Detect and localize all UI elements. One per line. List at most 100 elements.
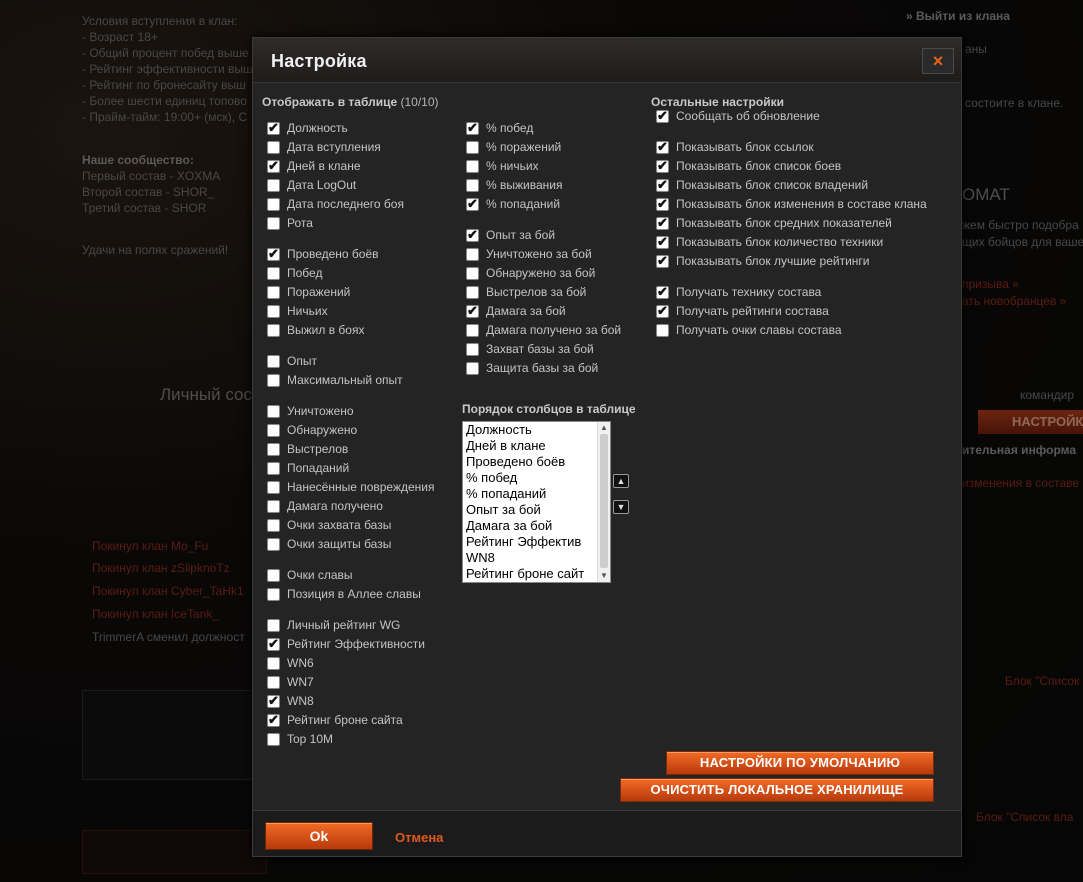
- checkbox[interactable]: ✔: [466, 120, 479, 135]
- checkbox-label: Опыт: [287, 354, 317, 368]
- checkbox[interactable]: ✔: [466, 179, 479, 192]
- checkbox[interactable]: ✔: [466, 286, 479, 299]
- checkbox[interactable]: ✔: [267, 424, 280, 437]
- column-order-listbox[interactable]: Должность Дней в клане Проведено боёв% поб…: [462, 421, 611, 583]
- checkbox[interactable]: ✔: [466, 141, 479, 154]
- checkbox[interactable]: ✔: [267, 619, 280, 632]
- checkbox[interactable]: ✔: [267, 198, 280, 211]
- ok-button[interactable]: Ok: [265, 822, 373, 850]
- checkbox[interactable]: ✔: [267, 569, 280, 582]
- clear-local-storage-button[interactable]: ОЧИСТИТЬ ЛОКАЛЬНОЕ ХРАНИЛИЩЕ: [620, 778, 934, 802]
- checkbox[interactable]: ✔: [267, 481, 280, 494]
- checkbox[interactable]: ✔: [466, 160, 479, 173]
- checkbox[interactable]: ✔: [267, 733, 280, 746]
- reset-defaults-button[interactable]: НАСТРОЙКИ ПО УМОЛЧАНИЮ: [666, 751, 934, 775]
- column-order-item[interactable]: % попаданий: [463, 486, 597, 502]
- checkbox-label: Получать рейтинги состава: [676, 304, 829, 318]
- checkmark-icon: ✔: [467, 196, 478, 211]
- checkbox[interactable]: ✔: [267, 217, 280, 230]
- checkbox[interactable]: ✔: [267, 286, 280, 299]
- checkbox[interactable]: ✔: [267, 538, 280, 551]
- checkbox[interactable]: ✔: [267, 676, 280, 689]
- checkmark-icon: ✔: [657, 177, 668, 192]
- checkbox[interactable]: ✔: [267, 355, 280, 368]
- checkbox[interactable]: ✔: [267, 588, 280, 601]
- scrollbar-thumb[interactable]: [600, 434, 608, 568]
- column-order-item[interactable]: % побед: [463, 470, 597, 486]
- checkbox[interactable]: ✔: [267, 246, 280, 261]
- checkbox[interactable]: ✔: [267, 462, 280, 475]
- checkbox[interactable]: ✔: [267, 636, 280, 651]
- checkbox[interactable]: ✔: [466, 248, 479, 261]
- checkbox-label: WN7: [287, 675, 314, 689]
- checkbox[interactable]: ✔: [267, 519, 280, 532]
- listbox-scrollbar[interactable]: ▲ ▼: [597, 422, 610, 582]
- checkbox[interactable]: ✔: [267, 405, 280, 418]
- column-order-item[interactable]: Опыт за бой: [463, 502, 597, 518]
- checkbox-label: Проведено боёв: [287, 247, 379, 261]
- cancel-link[interactable]: Отмена: [395, 830, 443, 845]
- checkbox-label: Показывать блок средних показателей: [676, 216, 892, 230]
- checkbox-label: Дата последнего боя: [287, 197, 404, 211]
- checkbox[interactable]: ✔: [267, 712, 280, 727]
- checkbox[interactable]: ✔: [267, 179, 280, 192]
- checkbox[interactable]: ✔: [466, 196, 479, 211]
- checkbox-label: Показывать блок изменения в составе клан…: [676, 197, 927, 211]
- checkbox[interactable]: ✔: [656, 324, 669, 337]
- checkbox[interactable]: ✔: [656, 253, 669, 268]
- checkbox-label: Очки защиты базы: [287, 537, 392, 551]
- checkbox[interactable]: ✔: [267, 500, 280, 513]
- checkbox[interactable]: ✔: [267, 158, 280, 173]
- checkbox[interactable]: ✔: [466, 343, 479, 356]
- move-up-button[interactable]: ▲: [613, 474, 629, 488]
- checkbox-label: Очки захвата базы: [287, 518, 392, 532]
- checkbox-label: % ничьих: [486, 159, 539, 173]
- checkbox[interactable]: ✔: [656, 215, 669, 230]
- checkbox-label: Обнаружено: [287, 423, 358, 437]
- checkbox-label: WN6: [287, 656, 314, 670]
- checkbox[interactable]: ✔: [267, 267, 280, 280]
- checkbox[interactable]: ✔: [267, 443, 280, 456]
- checkbox[interactable]: ✔: [656, 177, 669, 192]
- checkbox[interactable]: ✔: [267, 120, 280, 135]
- checkbox[interactable]: ✔: [466, 362, 479, 375]
- checkbox[interactable]: ✔: [267, 141, 280, 154]
- checkbox[interactable]: ✔: [466, 227, 479, 242]
- column-order-item[interactable]: Рейтинг Эффектив: [463, 534, 597, 550]
- checkbox-label: Личный рейтинг WG: [287, 618, 401, 632]
- checkbox[interactable]: ✔: [656, 234, 669, 249]
- column-order-item[interactable]: Проведено боёв: [463, 454, 597, 470]
- column-order-item[interactable]: Должность: [463, 422, 597, 438]
- checkbox[interactable]: ✔: [267, 693, 280, 708]
- checkbox[interactable]: ✔: [267, 374, 280, 387]
- checkbox-label: Попаданий: [287, 461, 350, 475]
- column-order-item[interactable]: Дней в клане: [463, 438, 597, 454]
- checkbox[interactable]: ✔: [267, 657, 280, 670]
- checkmark-icon: ✔: [268, 246, 279, 261]
- close-button[interactable]: ×: [922, 48, 954, 74]
- column-order-item[interactable]: Рейтинг броне сайт: [463, 566, 597, 582]
- checkbox-label: Дамага получено: [287, 499, 383, 513]
- checkmark-icon: ✔: [657, 234, 668, 249]
- checkbox[interactable]: ✔: [267, 324, 280, 337]
- checkbox[interactable]: ✔: [656, 108, 669, 123]
- checkbox[interactable]: ✔: [656, 139, 669, 154]
- checkbox[interactable]: ✔: [466, 267, 479, 280]
- checkbox[interactable]: ✔: [267, 305, 280, 318]
- checkbox[interactable]: ✔: [656, 158, 669, 173]
- checkbox-label: Позиция в Аллее славы: [287, 587, 421, 601]
- checkbox[interactable]: ✔: [656, 284, 669, 299]
- checkbox[interactable]: ✔: [656, 303, 669, 318]
- checkbox-label: Дней в клане: [287, 159, 361, 173]
- checkbox[interactable]: ✔: [466, 303, 479, 318]
- checkbox-label: Выжил в боях: [287, 323, 365, 337]
- column-order-item[interactable]: Дамага за бой: [463, 518, 597, 534]
- checkbox-label: Показывать блок список боев: [676, 159, 842, 173]
- column-order-item[interactable]: WN8: [463, 550, 597, 566]
- checkbox-label: % побед: [486, 121, 534, 135]
- checkbox[interactable]: ✔: [466, 324, 479, 337]
- checkbox-label: Защита базы за бой: [486, 361, 599, 375]
- checkbox[interactable]: ✔: [656, 196, 669, 211]
- move-down-button[interactable]: ▼: [613, 500, 629, 514]
- checkbox-label: Получать очки славы состава: [676, 323, 842, 337]
